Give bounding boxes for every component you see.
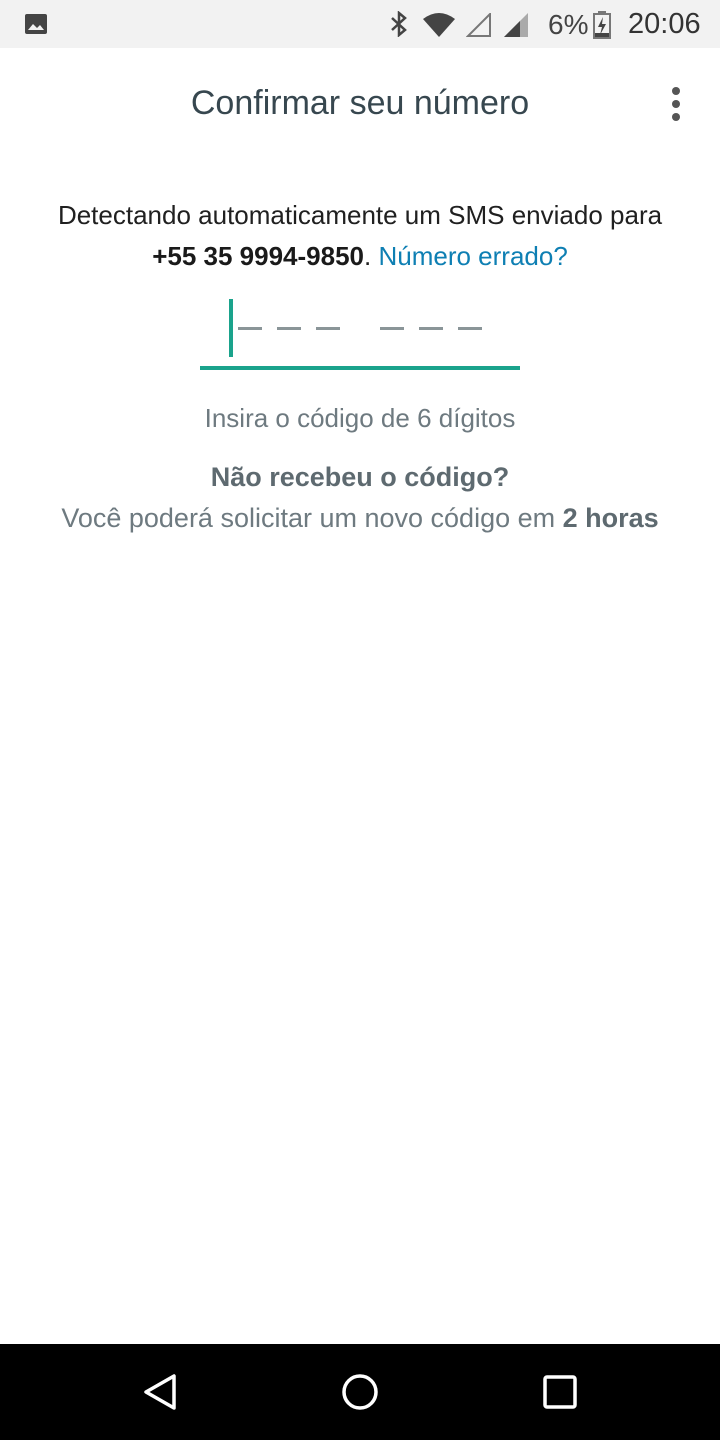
recents-icon[interactable]: [542, 1374, 578, 1410]
sms-description: Detectando automaticamente um SMS enviad…: [20, 195, 700, 277]
description-text: Detectando automaticamente um SMS enviad…: [57, 200, 663, 230]
page-title: Confirmar seu número: [190, 84, 530, 122]
home-icon[interactable]: [340, 1372, 380, 1412]
resend-wait-time: 2 horas: [562, 503, 659, 533]
code-digit-placeholder: [458, 327, 482, 330]
battery-charging-icon: [593, 11, 611, 39]
gallery-icon: [25, 14, 47, 34]
code-digit-placeholder: [238, 327, 262, 330]
code-input-underline: [200, 366, 520, 370]
resend-title: Não recebeu o código?: [210, 462, 510, 492]
bluetooth-icon: [391, 11, 407, 37]
wifi-icon: [423, 13, 455, 37]
navigation-bar: [0, 1344, 720, 1440]
back-icon[interactable]: [140, 1372, 180, 1412]
battery-percent: 6%: [548, 9, 589, 40]
code-input[interactable]: [200, 298, 520, 373]
text-cursor: [229, 299, 233, 357]
phone-number: +55 35 9994-9850: [152, 241, 365, 271]
clock: 20:06: [628, 8, 701, 40]
resend-info: Você poderá solicitar um novo código em …: [0, 503, 720, 534]
signal-empty-icon: [466, 13, 491, 37]
more-vert-icon[interactable]: [664, 86, 688, 126]
code-digit-placeholder: [419, 327, 443, 330]
signal-icon: [504, 13, 528, 37]
description-period: .: [364, 241, 372, 271]
code-hint: Insira o código de 6 dígitos: [204, 403, 516, 433]
resend-text: Você poderá solicitar um novo código em: [61, 503, 556, 533]
code-digit-placeholder: [380, 327, 404, 330]
status-bar: 6% 20:06: [0, 0, 720, 48]
code-digit-placeholder: [316, 327, 340, 330]
code-digit-placeholder: [277, 327, 301, 330]
wrong-number-link[interactable]: Número errado?: [378, 241, 567, 271]
